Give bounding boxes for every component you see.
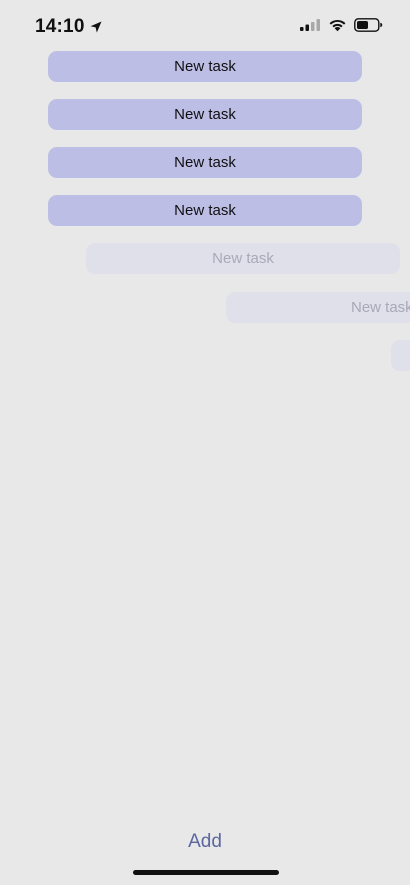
task-label: New task <box>174 154 236 171</box>
battery-icon <box>354 18 383 32</box>
add-button[interactable]: Add <box>0 831 410 853</box>
status-bar: 14:10 <box>0 0 410 54</box>
task-item[interactable]: New task <box>48 195 362 226</box>
wifi-icon <box>329 19 346 32</box>
status-time: 14:10 <box>35 16 85 37</box>
task-item-animating[interactable]: New task <box>226 292 410 323</box>
task-item-animating[interactable] <box>391 340 410 371</box>
task-item[interactable]: New task <box>48 147 362 178</box>
task-item[interactable]: New task <box>48 51 362 82</box>
status-icons <box>299 18 383 32</box>
task-label: New task <box>351 299 410 316</box>
app-screen: 14:10 New task New task New task New tas… <box>0 0 410 885</box>
location-arrow-icon <box>90 21 102 33</box>
task-item[interactable]: New task <box>48 99 362 130</box>
task-label: New task <box>212 250 274 267</box>
task-label: New task <box>174 106 236 123</box>
signal-icon <box>300 19 320 31</box>
task-item-animating[interactable]: New task <box>86 243 400 274</box>
task-label: New task <box>174 202 236 219</box>
task-label: New task <box>174 58 236 75</box>
home-indicator[interactable] <box>133 870 279 875</box>
status-time-group: 14:10 <box>35 16 103 38</box>
